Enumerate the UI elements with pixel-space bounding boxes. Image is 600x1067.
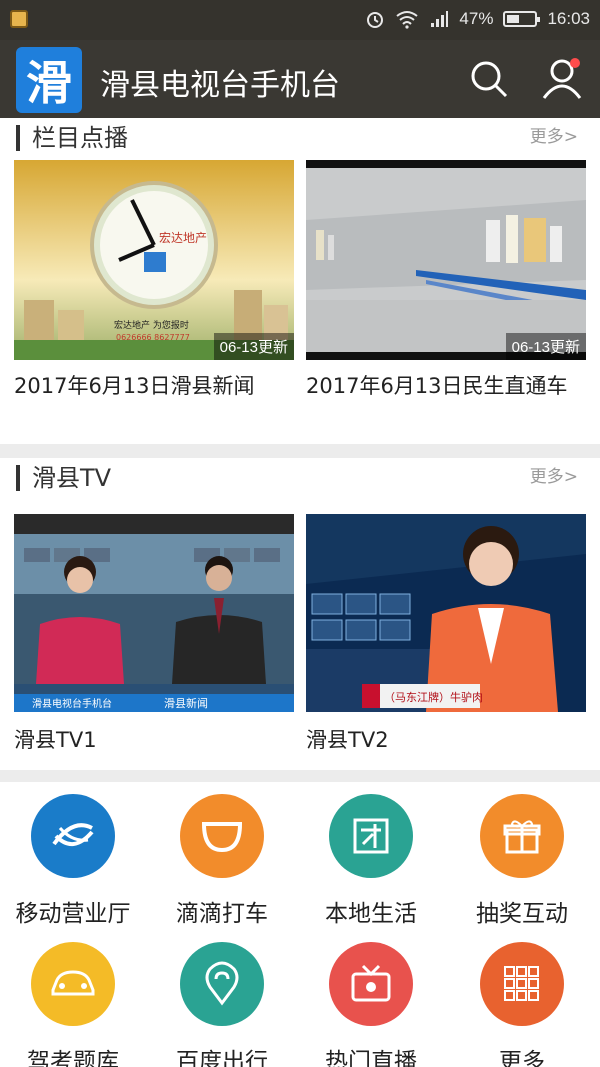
news-thumbnail-image: 宏达地产 宏达地产 为您报时 0626666 8627777: [14, 160, 294, 360]
program-caption-2[interactable]: 2017年6月13日民生直通车: [306, 372, 586, 400]
tv1-overlay-left: 滑县电视台手机台: [32, 697, 112, 710]
tv2-overlay-right: （马东江牌）牛驴肉: [384, 690, 483, 704]
app-bar: 滑 滑县电视台手机台: [0, 40, 600, 118]
local-life-icon: [329, 794, 413, 878]
update-badge: 06-13更新: [213, 333, 294, 360]
service-label: 百度出行: [176, 1049, 268, 1067]
user-button[interactable]: [540, 56, 584, 100]
app-title: 滑县电视台手机台: [100, 68, 340, 103]
programs-section: 栏目点播 更多> 宏达地产 宏达地产 为您报时 0626666 8627777 …: [0, 118, 600, 444]
notification-app-icon: [10, 10, 28, 28]
tv1-studio-image: 滑县电视台手机台 滑县新闻: [14, 514, 294, 712]
section-title: 滑县TV: [32, 464, 112, 492]
service-label: 本地生活: [325, 901, 417, 927]
section-header: 滑县TV 更多>: [0, 458, 600, 502]
more-link[interactable]: 更多>: [530, 462, 578, 487]
svg-text:宏达地产 为您报时: 宏达地产 为您报时: [114, 319, 189, 331]
service-didi[interactable]: 滴滴打车: [152, 794, 292, 928]
program-thumbnail-1[interactable]: 宏达地产 宏达地产 为您报时 0626666 8627777 06-13更新: [14, 160, 294, 360]
section-bar: [16, 125, 20, 151]
tv-caption-2[interactable]: 滑县TV2: [306, 726, 586, 754]
service-china-mobile[interactable]: 移动营业厅: [3, 794, 143, 928]
service-local-life[interactable]: 本地生活: [301, 794, 441, 928]
tv2-studio-image: （马东江牌）牛驴肉: [306, 514, 586, 712]
tv-caption-1[interactable]: 滑县TV1: [14, 726, 294, 754]
service-baidu-travel[interactable]: 百度出行: [152, 942, 292, 1067]
app-logo[interactable]: 滑: [16, 47, 82, 113]
service-label: 滴滴打车: [176, 901, 268, 927]
status-icons: 47% 16:03: [365, 9, 590, 29]
tv-thumbnail-2[interactable]: （马东江牌）牛驴肉: [306, 514, 586, 712]
tv1-overlay-right: 滑县新闻: [164, 696, 208, 710]
service-label: 驾考题库: [27, 1049, 119, 1067]
program-caption-1[interactable]: 2017年6月13日滑县新闻: [14, 372, 294, 400]
didi-icon: [180, 794, 264, 878]
battery-icon: [503, 11, 541, 27]
more-link[interactable]: 更多>: [530, 122, 578, 147]
service-driving-test[interactable]: 驾考题库: [3, 942, 143, 1067]
status-bar: 47% 16:03: [0, 0, 600, 40]
service-lottery[interactable]: 抽奖互动: [452, 794, 592, 928]
service-label: 热门直播: [325, 1049, 417, 1067]
live-tv-icon: [329, 942, 413, 1026]
search-button[interactable]: [468, 58, 510, 100]
update-badge: 06-13更新: [505, 333, 586, 360]
program-thumbnail-2[interactable]: 06-13更新: [306, 160, 586, 360]
alarm-icon: [367, 12, 384, 28]
livelihood-thumbnail-image: [306, 160, 586, 360]
notification-dot: [570, 58, 580, 68]
svg-text:0626666 8627777: 0626666 8627777: [116, 333, 190, 342]
wifi-icon: [396, 11, 419, 29]
gift-icon: [480, 794, 564, 878]
service-label: 更多: [499, 1049, 545, 1067]
tv-thumbnail-1[interactable]: 滑县电视台手机台 滑县新闻: [14, 514, 294, 712]
service-more[interactable]: 更多: [452, 942, 592, 1067]
section-header: 栏目点播 更多>: [0, 118, 600, 162]
battery-percent: 47%: [459, 9, 494, 28]
location-icon: [180, 942, 264, 1026]
clock: 16:03: [547, 9, 590, 28]
service-label: 抽奖互动: [476, 901, 568, 927]
section-bar: [16, 465, 20, 491]
tv-section: 滑县TV 更多> 滑县电视台手机台 滑县新闻 滑县TV1 （马东江牌）牛驴肉 滑…: [0, 458, 600, 770]
china-mobile-icon: [31, 794, 115, 878]
service-live[interactable]: 热门直播: [301, 942, 441, 1067]
signal-icon: [431, 11, 449, 27]
service-label: 移动营业厅: [15, 901, 131, 927]
services-section: 移动营业厅 滴滴打车 本地生活 抽奖互动 驾考题库 百度出行 热门直播 更多: [0, 782, 600, 1067]
search-icon: [471, 61, 508, 98]
svg-text:宏达地产: 宏达地产: [159, 230, 207, 245]
car-icon: [31, 942, 115, 1026]
grid-icon: [480, 942, 564, 1026]
section-title: 栏目点播: [32, 124, 128, 152]
